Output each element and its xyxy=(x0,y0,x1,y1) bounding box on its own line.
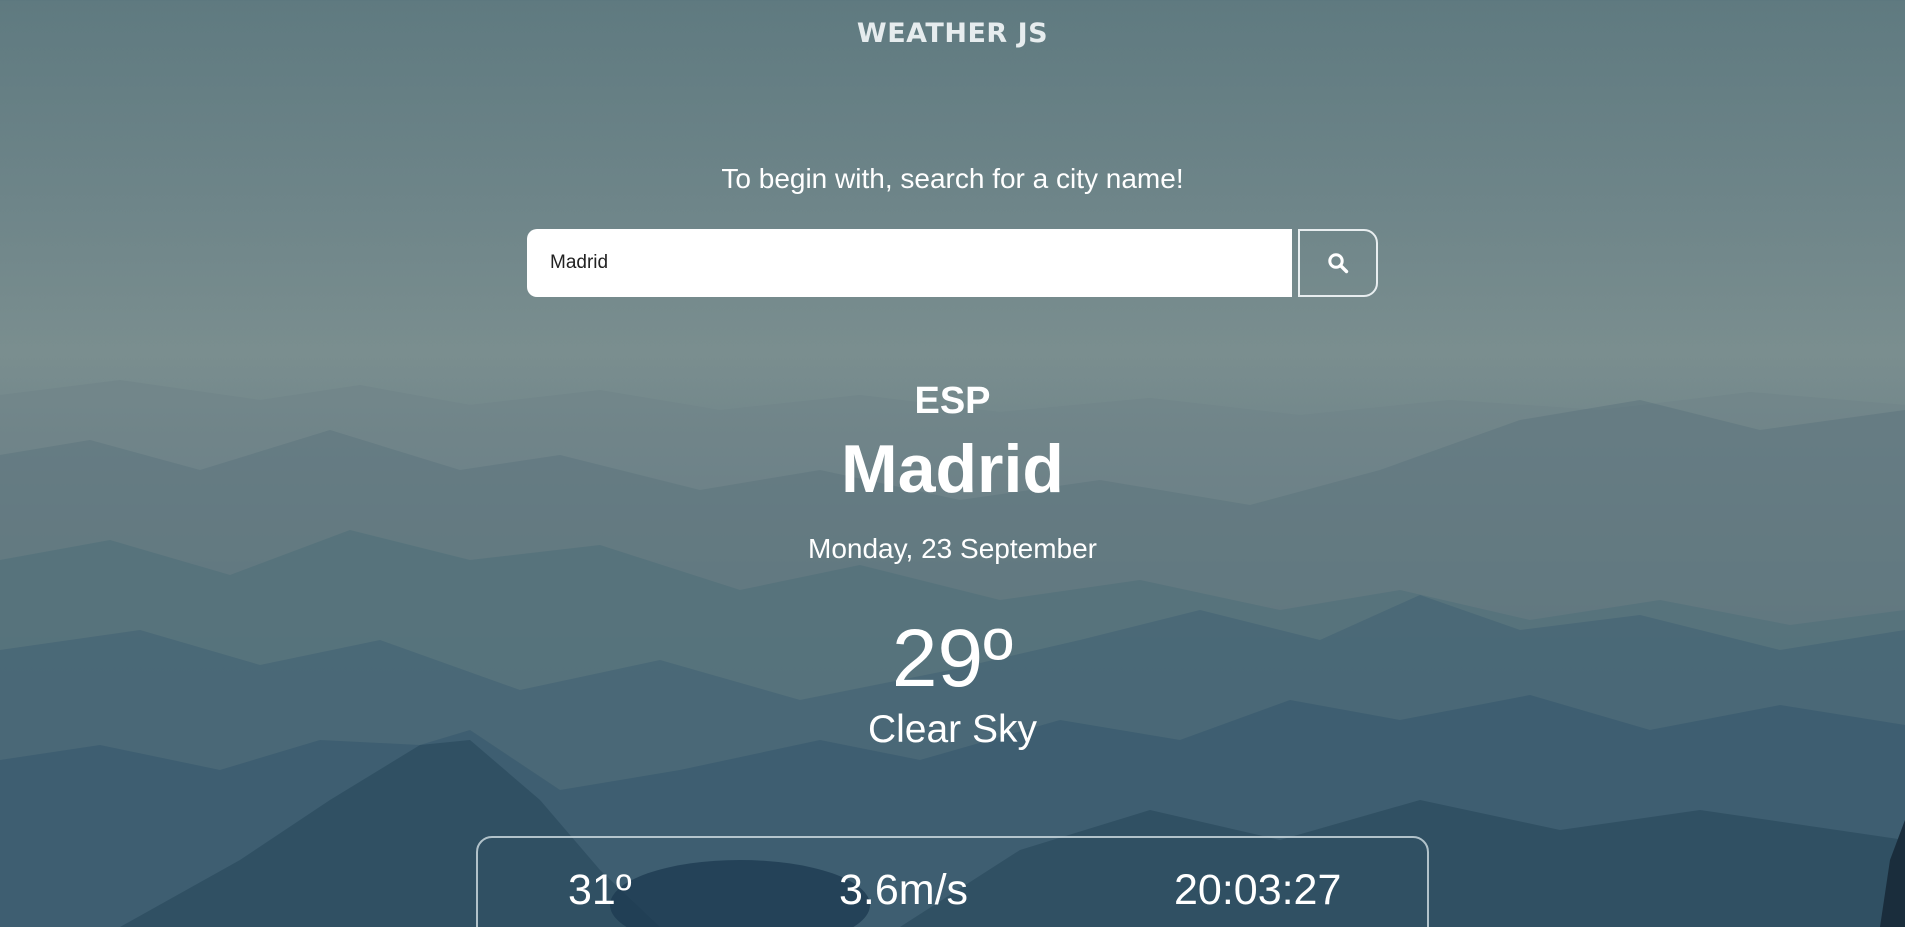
wind-speed: 3.6m/s xyxy=(839,866,969,914)
search-prompt: To begin with, search for a city name! xyxy=(721,163,1184,194)
country-code: ESP xyxy=(914,380,991,422)
search-input[interactable] xyxy=(527,229,1292,297)
city-name: Madrid xyxy=(841,431,1064,507)
app-title: WEATHER JS xyxy=(856,18,1049,49)
current-date: Monday, 23 September xyxy=(808,533,1097,564)
weather-condition: Clear Sky xyxy=(867,708,1038,751)
search-button[interactable] xyxy=(1298,229,1378,297)
local-time: 20:03:27 xyxy=(1174,866,1342,914)
current-temperature: 29º xyxy=(891,613,1014,704)
search-icon xyxy=(1328,253,1349,274)
max-temperature: 31º xyxy=(568,866,632,914)
